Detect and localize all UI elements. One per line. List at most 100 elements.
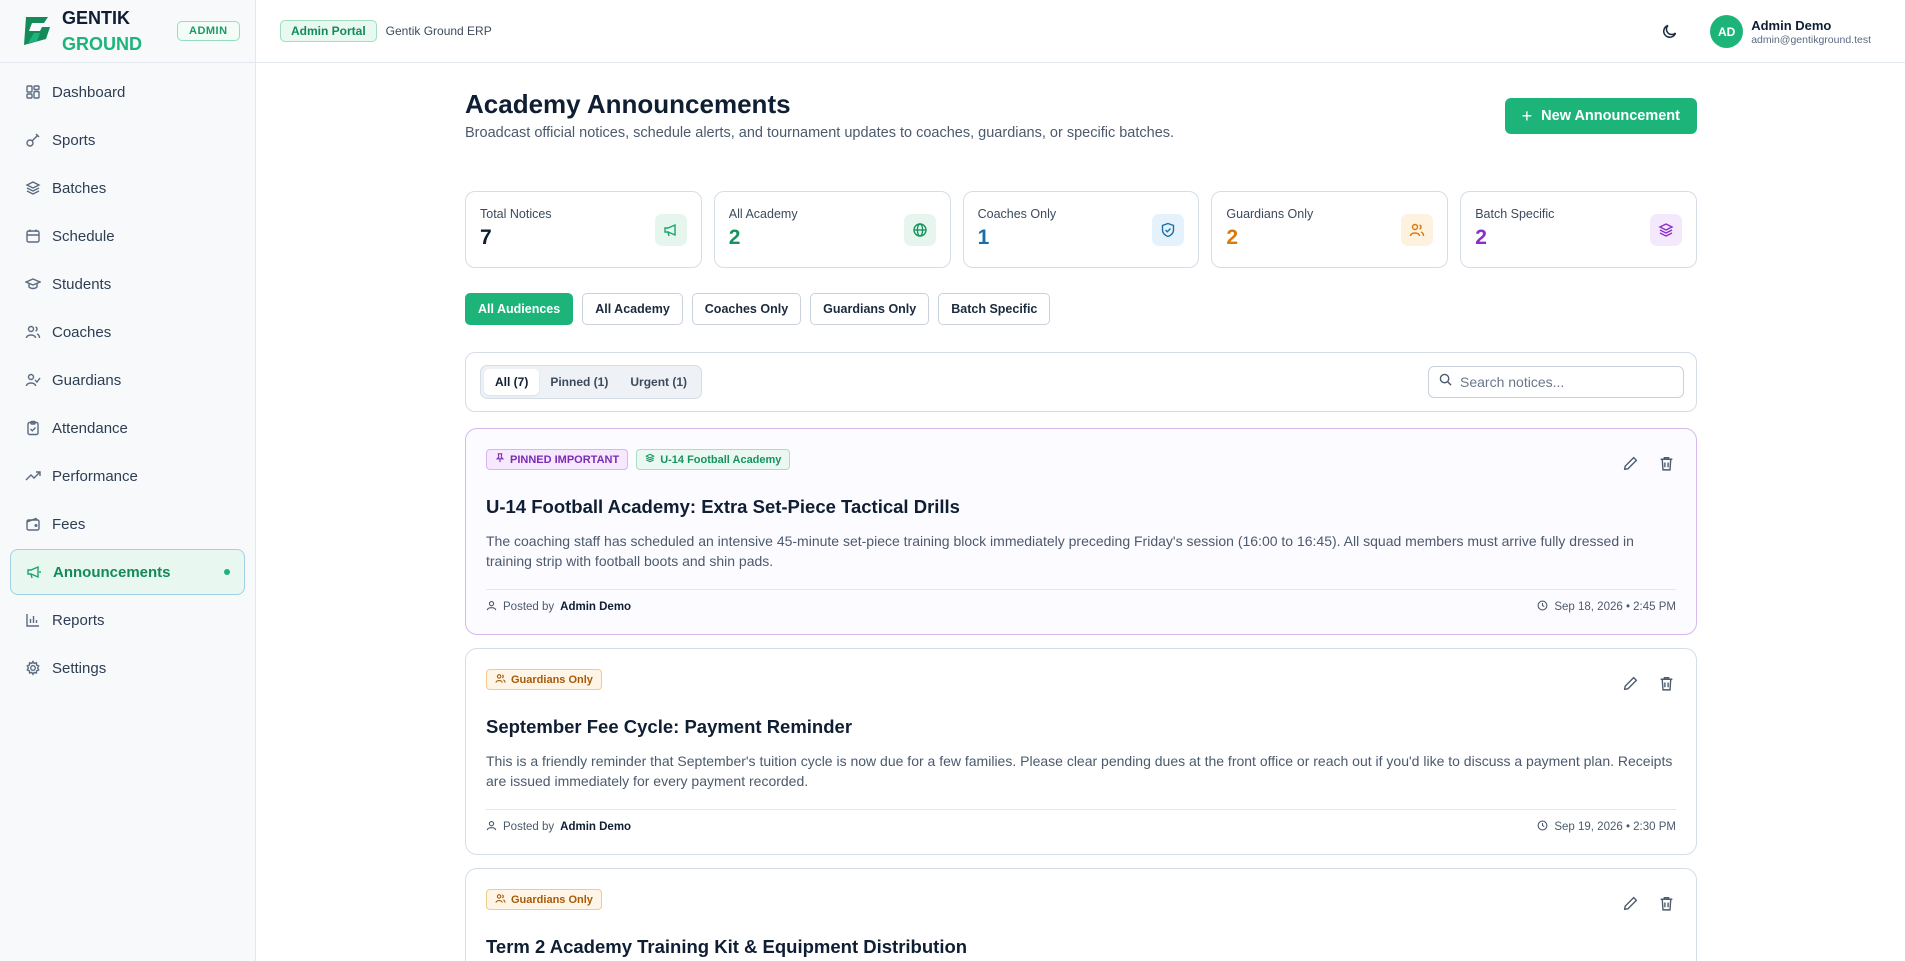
- status-segmented-control: All (7) Pinned (1) Urgent (1): [480, 365, 703, 399]
- tag-label: U-14 Football Academy: [660, 453, 782, 466]
- announcement-title: Term 2 Academy Training Kit & Equipment …: [486, 936, 968, 957]
- tag-label: PINNED IMPORTANT: [510, 453, 620, 466]
- trending-up-icon: [24, 467, 42, 485]
- sidebar-item-label: Announcements: [53, 563, 171, 581]
- sidebar-item-schedule[interactable]: Schedule: [10, 213, 245, 259]
- sidebar-item-reports[interactable]: Reports: [10, 597, 245, 643]
- card-tags: PINNED IMPORTANT U-14 Football Academy: [486, 449, 791, 470]
- users-icon: [1401, 214, 1434, 246]
- brand-line2: GROUND: [62, 34, 142, 54]
- brand-line1: GENTIK: [62, 8, 131, 28]
- wallet-icon: [24, 515, 42, 533]
- sidebar-item-batches[interactable]: Batches: [10, 165, 245, 211]
- sidebar-item-label: Sports: [52, 131, 96, 149]
- plus-icon: +: [1521, 105, 1533, 126]
- card-actions: [1622, 675, 1676, 693]
- shield-icon: [1152, 214, 1185, 246]
- sidebar-item-label: Batches: [52, 179, 107, 197]
- sidebar-item-label: Students: [52, 275, 112, 293]
- sidebar-item-sports[interactable]: Sports: [10, 117, 245, 163]
- announcement-card: PINNED IMPORTANT U-14 Football Academy U…: [465, 428, 1697, 635]
- clock-icon: [1537, 600, 1548, 614]
- globe-icon: [903, 214, 936, 246]
- sidebar-item-label: Performance: [52, 467, 138, 485]
- pin-icon: [495, 453, 505, 466]
- posted-by: Posted by Admin Demo: [486, 600, 631, 614]
- audience-badge: Guardians Only: [486, 889, 602, 910]
- new-announcement-button[interactable]: + New Announcement: [1504, 98, 1697, 134]
- bar-chart-icon: [24, 611, 42, 629]
- sidebar-item-performance[interactable]: Performance: [10, 453, 245, 499]
- announcement-card: Guardians Only Term 2 Academy Training K…: [465, 868, 1697, 961]
- announcement-body: The coaching staff has scheduled an inte…: [486, 533, 1634, 569]
- gear-icon: [24, 659, 42, 677]
- stats-row: Total Notices 7 All Academy 2 Coaches On…: [465, 191, 1697, 268]
- card-footer: Posted by Admin Demo Sep 18, 2026 • 2:45…: [486, 589, 1676, 614]
- segment-urgent[interactable]: Urgent (1): [619, 369, 698, 395]
- brand-name: GENTIK GROUND: [62, 5, 142, 57]
- sidebar-item-fees[interactable]: Fees: [10, 501, 245, 547]
- posted-prefix: Posted by: [503, 821, 555, 833]
- edit-icon[interactable]: [1622, 895, 1640, 913]
- moon-icon[interactable]: [1661, 22, 1679, 40]
- stat-card-guardians: Guardians Only 2: [1211, 191, 1449, 268]
- users-icon: [495, 673, 506, 687]
- stat-card-total: Total Notices 7: [465, 191, 702, 268]
- card-footer: Posted by Admin Demo Sep 19, 2026 • 2:30…: [486, 809, 1676, 834]
- card-tags: Guardians Only: [486, 669, 602, 690]
- brand: GENTIK GROUND ADMIN: [0, 0, 255, 63]
- announcement-title: U-14 Football Academy: Extra Set-Piece T…: [486, 496, 960, 517]
- edit-icon[interactable]: [1622, 675, 1640, 693]
- sidebar-item-students[interactable]: Students: [10, 261, 245, 307]
- card-tags: Guardians Only: [486, 889, 602, 910]
- layers-icon: [645, 453, 656, 466]
- user-icon: [486, 820, 497, 834]
- announcement-card: Guardians Only September Fee Cycle: Paym…: [465, 648, 1697, 855]
- sidebar-item-attendance[interactable]: Attendance: [10, 405, 245, 451]
- sidebar-item-label: Guardians: [52, 371, 122, 389]
- role-badge: ADMIN: [177, 21, 240, 41]
- sidebar-item-announcements[interactable]: Announcements: [10, 549, 245, 595]
- graduation-cap-icon: [24, 275, 42, 293]
- audience-filters: All Audiences All Academy Coaches Only G…: [465, 293, 1051, 325]
- portal-subtitle: Gentik Ground ERP: [385, 24, 492, 38]
- sidebar-item-settings[interactable]: Settings: [10, 645, 245, 691]
- sidebar-item-dashboard[interactable]: Dashboard: [10, 69, 245, 115]
- date-text: Sep 18, 2026 • 2:45 PM: [1554, 601, 1676, 613]
- tag-label: Guardians Only: [511, 893, 593, 906]
- tag-label: Guardians Only: [511, 673, 593, 686]
- posted-prefix: Posted by: [503, 601, 555, 613]
- sidebar: GENTIK GROUND ADMIN Dashboard Sports Bat…: [0, 0, 256, 961]
- announcement-title: September Fee Cycle: Payment Reminder: [486, 716, 853, 737]
- sidebar-item-label: Coaches: [52, 323, 112, 341]
- new-announcement-label: New Announcement: [1541, 108, 1680, 124]
- card-actions: [1622, 895, 1676, 913]
- sidebar-item-coaches[interactable]: Coaches: [10, 309, 245, 355]
- megaphone-icon: [25, 563, 43, 581]
- page-title: Academy Announcements: [465, 89, 791, 119]
- users-icon: [495, 893, 506, 907]
- dashboard-icon: [24, 83, 42, 101]
- segment-all[interactable]: All (7): [484, 369, 540, 395]
- trash-icon[interactable]: [1658, 455, 1676, 473]
- filter-batch-specific[interactable]: Batch Specific: [938, 293, 1051, 325]
- sidebar-item-guardians[interactable]: Guardians: [10, 357, 245, 403]
- filter-all-audiences[interactable]: All Audiences: [465, 293, 574, 325]
- edit-icon[interactable]: [1622, 455, 1640, 473]
- date-text: Sep 19, 2026 • 2:30 PM: [1554, 821, 1676, 833]
- list-toolbar: All (7) Pinned (1) Urgent (1): [465, 352, 1697, 412]
- filter-coaches-only[interactable]: Coaches Only: [691, 293, 802, 325]
- trash-icon[interactable]: [1658, 895, 1676, 913]
- user-menu[interactable]: AD Admin Demo admin@gentikground.test: [1710, 15, 1871, 48]
- stat-card-all-academy: All Academy 2: [713, 191, 951, 268]
- segment-pinned[interactable]: Pinned (1): [539, 369, 619, 395]
- search-input[interactable]: [1460, 374, 1670, 390]
- trash-icon[interactable]: [1658, 675, 1676, 693]
- stat-card-batch: Batch Specific 2: [1460, 191, 1697, 268]
- filter-guardians-only[interactable]: Guardians Only: [810, 293, 930, 325]
- clipboard-check-icon: [24, 419, 42, 437]
- sidebar-nav: Dashboard Sports Batches Schedule Studen…: [0, 63, 255, 691]
- avatar: AD: [1710, 15, 1744, 48]
- author-name: Admin Demo: [560, 601, 632, 613]
- filter-all-academy[interactable]: All Academy: [582, 293, 683, 325]
